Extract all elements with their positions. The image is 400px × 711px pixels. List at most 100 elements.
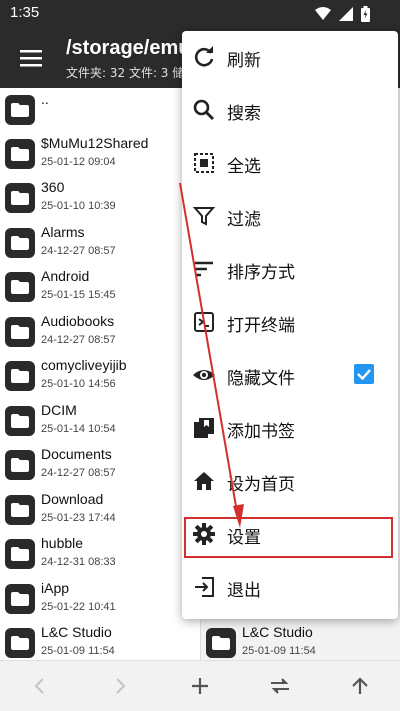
folder-icon <box>5 406 35 436</box>
file-name: Android <box>41 268 90 284</box>
file-date: 25-01-12 09:04 <box>41 156 116 168</box>
file-name: DCIM <box>41 402 77 418</box>
file-date: 25-01-15 15:45 <box>41 289 116 301</box>
folder-icon <box>5 361 35 391</box>
signal-icon <box>339 7 353 21</box>
list-item[interactable]: DCIM 25-01-14 10:54 <box>0 399 200 443</box>
file-name: L&C Studio <box>41 624 112 640</box>
menu-item-add-bookmark[interactable]: 添加书签 <box>182 402 398 455</box>
list-item[interactable]: Download 25-01-23 17:44 <box>0 488 200 532</box>
list-item[interactable]: hubble 24-12-31 08:33 <box>0 532 200 576</box>
file-name: Download <box>41 491 104 507</box>
menu-item-set-home[interactable]: 设为首页 <box>182 455 398 508</box>
file-name: 360 <box>41 179 65 195</box>
status-bar: 1:35 <box>0 0 400 28</box>
file-name: Documents <box>41 446 112 462</box>
list-item[interactable]: $MuMu12Shared 25-01-12 09:04 <box>0 132 200 176</box>
folder-icon <box>5 95 35 125</box>
folder-icon <box>5 139 35 169</box>
menu-item-hidden-files[interactable]: 隐藏文件 <box>182 349 398 402</box>
menu-label: 刷新 <box>227 51 261 71</box>
status-icons <box>315 6 370 22</box>
file-date: 25-01-10 14:56 <box>41 378 116 390</box>
folder-icon <box>5 317 35 347</box>
list-item[interactable]: L&C Studio 25-01-09 11:54 <box>0 621 200 660</box>
swap-icon[interactable] <box>268 674 292 698</box>
up-icon[interactable] <box>348 674 372 698</box>
settings-highlight-box <box>184 517 393 558</box>
file-date: 24-12-31 08:33 <box>41 556 116 568</box>
folder-icon <box>5 539 35 569</box>
wifi-icon <box>315 7 331 20</box>
menu-item-search[interactable]: 搜索 <box>182 84 398 137</box>
battery-icon <box>361 6 370 22</box>
menu-label: 设为首页 <box>227 475 295 495</box>
select-all-icon <box>194 153 214 173</box>
file-date: 25-01-23 17:44 <box>41 512 116 524</box>
file-name: iApp <box>41 580 70 596</box>
file-name: Audiobooks <box>41 313 115 329</box>
menu-label: 打开终端 <box>227 316 295 336</box>
file-date: 25-01-14 10:54 <box>41 423 116 435</box>
file-name: comycliveyijib <box>41 357 127 373</box>
exit-icon <box>195 577 214 597</box>
list-item[interactable]: L&C Studio 25-01-09 11:54 <box>201 621 400 660</box>
hidden-files-checkbox[interactable] <box>354 364 374 384</box>
menu-item-refresh[interactable]: 刷新 <box>182 31 398 84</box>
file-name: .. <box>41 91 49 107</box>
list-item[interactable]: Android 25-01-15 15:45 <box>0 265 200 309</box>
list-item[interactable]: comycliveyijib 25-01-10 14:56 <box>0 354 200 398</box>
file-date: 24-12-27 08:57 <box>41 467 116 479</box>
folder-icon <box>206 628 236 658</box>
menu-item-filter[interactable]: 过滤 <box>182 190 398 243</box>
menu-label: 排序方式 <box>227 263 295 283</box>
menu-item-sort[interactable]: 排序方式 <box>182 243 398 296</box>
file-date: 24-12-27 08:57 <box>41 245 116 257</box>
checkmark-icon <box>357 369 371 381</box>
list-item[interactable]: Audiobooks 24-12-27 08:57 <box>0 310 200 354</box>
hamburger-menu-icon[interactable] <box>18 46 44 70</box>
menu-item-terminal[interactable]: 打开终端 <box>182 296 398 349</box>
menu-label: 添加书签 <box>227 422 295 442</box>
search-icon <box>193 99 215 121</box>
folder-icon <box>5 272 35 302</box>
bookmark-icon <box>194 418 214 438</box>
list-item-parent[interactable]: .. <box>0 88 200 132</box>
folder-icon <box>5 228 35 258</box>
menu-label: 过滤 <box>227 210 261 230</box>
list-item[interactable]: Alarms 24-12-27 08:57 <box>0 221 200 265</box>
current-path: /storage/emu <box>66 37 191 59</box>
menu-item-select-all[interactable]: 全选 <box>182 137 398 190</box>
add-icon[interactable] <box>188 674 212 698</box>
forward-icon[interactable] <box>108 674 132 698</box>
folder-icon <box>5 495 35 525</box>
terminal-icon <box>194 312 214 332</box>
folder-stats: 文件夹: 32 文件: 3 储 <box>66 66 185 80</box>
list-item[interactable]: iApp 25-01-22 10:41 <box>0 577 200 621</box>
list-item[interactable]: 360 25-01-10 10:39 <box>0 176 200 220</box>
menu-item-exit[interactable]: 退出 <box>182 561 398 614</box>
sort-icon <box>195 261 213 277</box>
menu-label: 全选 <box>227 157 261 177</box>
menu-label: 搜索 <box>227 104 261 124</box>
back-icon[interactable] <box>28 674 52 698</box>
eye-icon <box>193 370 215 380</box>
folder-icon <box>5 628 35 658</box>
status-time: 1:35 <box>10 4 40 21</box>
file-name: hubble <box>41 535 84 551</box>
folder-icon <box>5 584 35 614</box>
file-name: Alarms <box>41 224 85 240</box>
file-name: $MuMu12Shared <box>41 135 149 151</box>
folder-icon <box>5 450 35 480</box>
file-date: 25-01-09 11:54 <box>41 645 115 657</box>
list-item[interactable]: Documents 24-12-27 08:57 <box>0 443 200 487</box>
filter-icon <box>192 207 216 226</box>
file-name: L&C Studio <box>242 624 313 640</box>
home-icon <box>194 472 214 490</box>
folder-icon <box>5 183 35 213</box>
file-date: 25-01-10 10:39 <box>41 200 116 212</box>
file-list-left: .. $MuMu12Shared 25-01-12 09:04 360 25-0… <box>0 88 200 660</box>
refresh-icon <box>194 46 214 67</box>
menu-label: 退出 <box>227 581 261 601</box>
bottom-toolbar <box>0 660 400 711</box>
